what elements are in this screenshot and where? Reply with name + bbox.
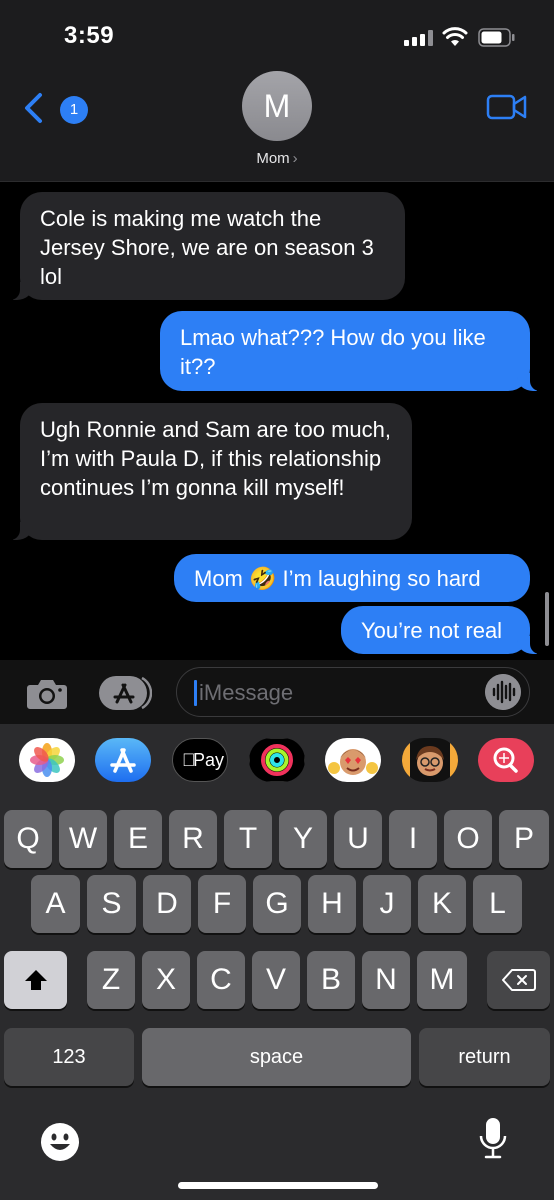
key-s[interactable]: S xyxy=(87,875,136,933)
conversation-header: 3:59 1 M Mom › xyxy=(0,0,554,182)
key-j[interactable]: J xyxy=(363,875,411,933)
emoji-icon[interactable] xyxy=(40,1122,80,1162)
message-bubble-incoming[interactable]: Ugh Ronnie and Sam are too much, I’m wit… xyxy=(8,403,412,540)
cellular-signal-icon xyxy=(404,30,434,46)
key-t[interactable]: T xyxy=(224,810,272,868)
text-cursor xyxy=(194,680,197,706)
key-v[interactable]: V xyxy=(252,951,300,1009)
shift-key[interactable] xyxy=(4,951,67,1009)
message-text: Mom 🤣 I’m laughing so hard xyxy=(194,566,481,591)
key-g[interactable]: G xyxy=(253,875,301,933)
message-text: Ugh Ronnie and Sam are too much, I’m wit… xyxy=(40,417,391,500)
app-store-icon[interactable] xyxy=(95,738,151,782)
key-k[interactable]: K xyxy=(418,875,466,933)
home-indicator[interactable] xyxy=(178,1182,378,1189)
message-bubble-outgoing[interactable]: You’re not real xyxy=(341,606,542,654)
back-button[interactable]: 1 xyxy=(20,88,88,128)
key-d[interactable]: D xyxy=(143,875,191,933)
apple-pay-label: Pay xyxy=(193,750,225,770)
audio-message-icon[interactable] xyxy=(485,674,521,710)
delete-key[interactable] xyxy=(487,951,550,1009)
message-text: Cole is making me watch the Jersey Shore… xyxy=(40,206,374,289)
key-n[interactable]: N xyxy=(362,951,410,1009)
key-z[interactable]: Z xyxy=(87,951,135,1009)
key-f[interactable]: F xyxy=(198,875,246,933)
photos-icon[interactable] xyxy=(19,738,75,782)
return-key[interactable]: return xyxy=(419,1028,550,1086)
key-m[interactable]: M xyxy=(417,951,467,1009)
message-bubble-outgoing[interactable]: Lmao what??? How do you like it?? xyxy=(160,311,542,391)
key-e[interactable]: E xyxy=(114,810,162,868)
status-time: 3:59 xyxy=(64,22,115,49)
imessage-app-drawer:  Pay xyxy=(0,724,554,796)
numbers-key[interactable]: 123 xyxy=(4,1028,134,1086)
apple-pay-icon[interactable]:  Pay xyxy=(172,738,228,782)
key-x[interactable]: X xyxy=(142,951,190,1009)
key-b[interactable]: B xyxy=(307,951,355,1009)
space-key[interactable]: space xyxy=(142,1028,411,1086)
activity-icon[interactable] xyxy=(249,738,305,782)
message-input[interactable]: iMessage xyxy=(176,667,530,717)
backspace-icon xyxy=(501,969,536,991)
key-l[interactable]: L xyxy=(473,875,522,933)
memoji-icon[interactable] xyxy=(402,738,458,782)
search-images-icon[interactable] xyxy=(478,738,534,782)
key-a[interactable]: A xyxy=(31,875,80,933)
key-o[interactable]: O xyxy=(444,810,492,868)
keyboard: Q W E R T Y U I O P A S D F G H J K L Z … xyxy=(0,796,554,1200)
key-p[interactable]: P xyxy=(499,810,549,868)
key-i[interactable]: I xyxy=(389,810,437,868)
key-y[interactable]: Y xyxy=(279,810,327,868)
key-u[interactable]: U xyxy=(334,810,382,868)
dictation-microphone-icon[interactable] xyxy=(478,1116,508,1162)
key-q[interactable]: Q xyxy=(4,810,52,868)
message-text: You’re not real xyxy=(361,618,503,643)
chevron-right-icon: › xyxy=(292,150,298,167)
facetime-video-icon[interactable] xyxy=(486,92,528,122)
shift-arrow-icon xyxy=(24,970,47,990)
message-input-placeholder: iMessage xyxy=(199,680,294,705)
chevron-left-icon xyxy=(25,93,42,123)
app-store-icon[interactable] xyxy=(98,674,152,712)
message-bubble-outgoing[interactable]: Mom 🤣 I’m laughing so hard xyxy=(174,554,530,602)
compose-bar: iMessage xyxy=(0,660,554,724)
scroll-indicator[interactable] xyxy=(545,592,549,646)
key-r[interactable]: R xyxy=(169,810,217,868)
battery-icon xyxy=(478,28,515,47)
unread-count-badge: 1 xyxy=(60,96,88,124)
memoji-stickers-icon[interactable] xyxy=(325,738,381,782)
key-w[interactable]: W xyxy=(59,810,107,868)
key-c[interactable]: C xyxy=(197,951,245,1009)
contact-name-button[interactable]: Mom › xyxy=(0,150,554,167)
contact-name: Mom xyxy=(256,150,290,167)
message-bubble-incoming[interactable]: Cole is making me watch the Jersey Shore… xyxy=(8,192,405,300)
contact-avatar[interactable]: M xyxy=(242,71,312,141)
wifi-icon xyxy=(442,27,468,46)
key-h[interactable]: H xyxy=(308,875,356,933)
camera-icon[interactable] xyxy=(26,676,68,710)
message-text: Lmao what??? How do you like it?? xyxy=(180,325,486,379)
